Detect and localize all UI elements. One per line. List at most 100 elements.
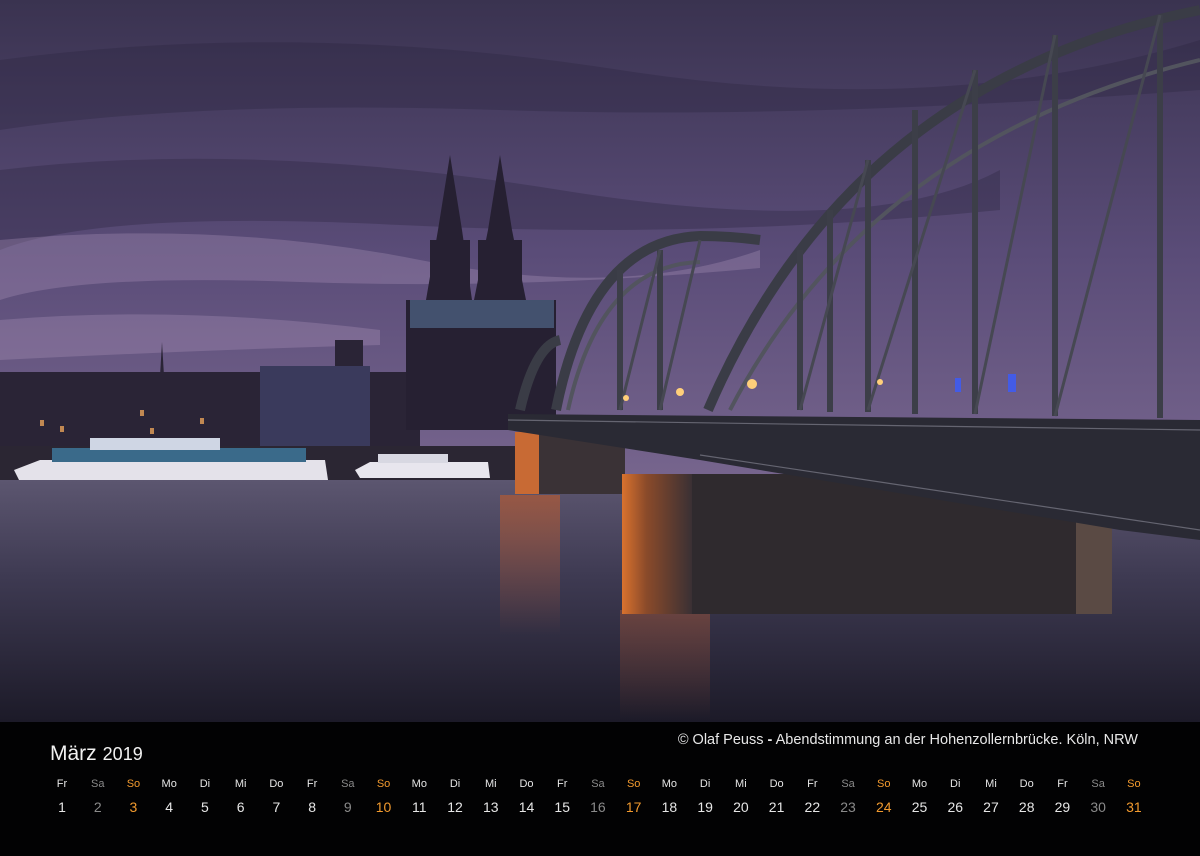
weekday-label: Mo: [161, 778, 177, 790]
weekday-label: So: [126, 778, 141, 790]
weekday-label: Di: [449, 778, 461, 790]
day-cell: Di 5: [187, 776, 223, 816]
day-number: 9: [343, 799, 352, 815]
day-number: 23: [840, 799, 856, 815]
day-cell: Fr 15: [544, 776, 580, 816]
weekday-label: Di: [699, 778, 711, 790]
day-number: 12: [447, 799, 463, 815]
weekday-label: Mi: [234, 778, 247, 790]
day-number: 3: [129, 799, 138, 815]
day-number: 5: [201, 799, 209, 815]
day-number: 6: [236, 799, 245, 815]
day-cell: Sa 9: [330, 776, 366, 816]
weekday-label: Do: [519, 778, 534, 790]
day-number: 11: [412, 799, 427, 815]
day-cell: Mi 27: [973, 776, 1009, 816]
day-cell: Mi 20: [723, 776, 759, 816]
month-name: März: [50, 742, 97, 765]
weekday-label: Do: [269, 778, 284, 790]
day-cell: Sa 2: [80, 776, 116, 816]
day-number: 15: [554, 799, 570, 815]
weekday-label: Sa: [90, 778, 105, 790]
weekday-label: So: [1127, 778, 1141, 790]
day-number: 20: [733, 799, 749, 815]
day-number: 26: [947, 799, 964, 815]
day-cell: Di 19: [687, 776, 723, 816]
month-year: 2019: [102, 744, 143, 764]
day-cell: Fr 1: [44, 776, 80, 816]
day-cell: Fr 8: [294, 776, 330, 816]
day-cell: Di 12: [437, 776, 473, 816]
day-cell: Sa 16: [580, 776, 616, 816]
day-cell: So 24: [866, 776, 902, 816]
day-number: 16: [590, 799, 606, 815]
caption-separator: -: [767, 732, 773, 748]
day-cell: Do 21: [759, 776, 795, 816]
caption-description: Abendstimmung an der Hohenzollernbrücke.…: [775, 732, 1138, 748]
day-cell: Mi 6: [223, 776, 259, 816]
weekday-label: So: [376, 778, 391, 790]
photo-cologne-cathedral-hohenzollern-bridge: [0, 0, 1200, 722]
day-strip: Fr 1 Sa 2 So 3 Mo 4 Di 5 Mi 6 Do 7 Fr 8 Sa 9 So 10 Mo 11 Di 12 M…: [44, 776, 1152, 826]
weekday-label: So: [626, 778, 641, 790]
day-number: 14: [518, 799, 535, 815]
weekday-label: Mi: [484, 778, 497, 790]
weekday-label: Fr: [1057, 778, 1068, 790]
weekday-label: Fr: [306, 778, 318, 790]
day-cell: Fr 22: [794, 776, 830, 816]
day-cell: Mo 11: [401, 776, 437, 816]
day-number: 4: [165, 799, 174, 815]
day-number: 7: [272, 799, 281, 815]
day-cell: Mo 25: [902, 776, 938, 816]
weekday-label: Mo: [661, 778, 678, 790]
day-cell: So 3: [115, 776, 151, 816]
day-cell: So 31: [1116, 776, 1152, 816]
month-title: März 2019: [50, 742, 143, 766]
day-cell: Do 7: [258, 776, 294, 816]
weekday-label: Mi: [735, 778, 747, 790]
day-number: 8: [308, 799, 316, 815]
day-number: 19: [697, 799, 713, 815]
weekday-label: Do: [769, 778, 784, 790]
weekday-label: Fr: [557, 778, 568, 790]
day-number: 21: [768, 799, 785, 815]
day-cell: So 10: [366, 776, 402, 816]
calendar-footer: © Olaf Peuss - Abendstimmung an der Hohe…: [0, 722, 1200, 856]
weekday-label: Di: [199, 778, 211, 790]
weekday-label: Do: [1019, 778, 1034, 790]
day-number: 22: [804, 799, 821, 815]
weekday-label: Sa: [841, 778, 855, 790]
day-cell: Di 26: [937, 776, 973, 816]
day-cell: Mo 4: [151, 776, 187, 816]
weekday-label: Sa: [341, 778, 355, 790]
day-cell: Fr 29: [1044, 776, 1080, 816]
weekday-label: Mo: [411, 778, 427, 790]
weekday-label: So: [877, 778, 891, 790]
day-number: 2: [93, 799, 102, 815]
day-cell: Mi 13: [473, 776, 509, 816]
day-number: 27: [983, 799, 999, 815]
weekday-label: Di: [950, 778, 961, 790]
day-number: 10: [375, 799, 392, 815]
caption-author: © Olaf Peuss: [677, 732, 764, 748]
weekday-label: Fr: [56, 778, 68, 790]
photo-caption: © Olaf Peuss - Abendstimmung an der Hohe…: [678, 732, 1138, 748]
weekday-label: Mi: [985, 778, 997, 790]
day-number: 28: [1018, 799, 1035, 815]
day-cell: Mo 18: [651, 776, 687, 816]
day-cell: Do 28: [1009, 776, 1045, 816]
day-number: 25: [911, 799, 928, 815]
day-number: 30: [1090, 799, 1106, 815]
day-cell: Sa 30: [1080, 776, 1116, 816]
day-cell: So 17: [616, 776, 652, 816]
weekday-label: Sa: [1091, 778, 1105, 790]
weekday-label: Fr: [807, 778, 818, 790]
day-number: 18: [661, 799, 678, 815]
day-number: 1: [58, 799, 66, 815]
day-cell: Sa 23: [830, 776, 866, 816]
weekday-label: Sa: [591, 778, 605, 790]
day-number: 31: [1126, 799, 1142, 815]
day-number: 17: [625, 799, 642, 815]
day-number: 24: [875, 799, 892, 815]
weekday-label: Mo: [911, 778, 928, 790]
